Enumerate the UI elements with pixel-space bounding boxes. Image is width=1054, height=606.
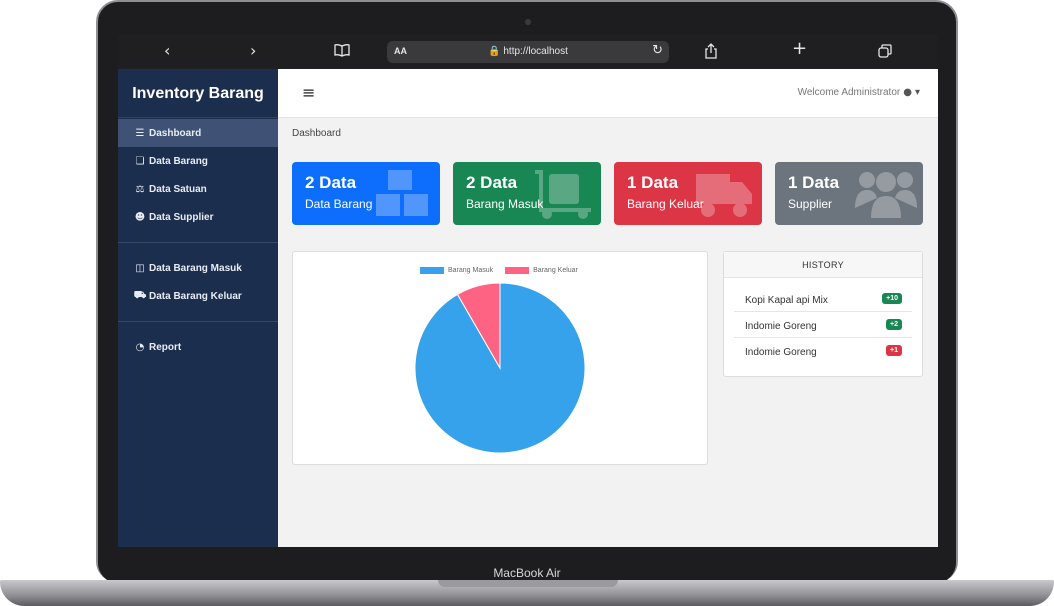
history-row: Indomie Goreng +2 [734, 312, 912, 338]
sidebar-item-barang-keluar[interactable]: ⛟ Data Barang Keluar [118, 282, 278, 310]
users-icon: ☻ [134, 211, 146, 223]
browser-toolbar: ‹ › AA 🔒 http://localhost ↻ + [118, 35, 938, 69]
book-icon[interactable] [334, 43, 350, 61]
welcome-text: Welcome Administrator [797, 87, 901, 98]
share-icon[interactable] [704, 43, 718, 63]
card-count: 2 Data [305, 173, 357, 192]
lock-icon: 🔒 [488, 46, 501, 57]
url-text: 🔒 http://localhost [387, 46, 669, 57]
address-bar[interactable]: AA 🔒 http://localhost ↻ [387, 41, 669, 63]
pie-chart [414, 282, 586, 454]
sidebar-item-label: Data Barang Masuk [149, 262, 242, 274]
history-badge: +1 [886, 345, 902, 356]
boxes-icon: ❏ [135, 155, 145, 167]
card-count: 1 Data [627, 173, 679, 192]
sidebar-item-report[interactable]: ◔ Report [118, 333, 278, 361]
new-tab-icon[interactable]: + [792, 40, 807, 58]
card-label: Barang Masuk [466, 197, 544, 211]
dolly-icon [535, 170, 591, 219]
card-supplier[interactable]: 1 Data Supplier [775, 162, 923, 225]
history-row: Indomie Goreng +1 [734, 338, 912, 364]
card-count: 2 Data [466, 173, 518, 192]
user-icon: ● [903, 87, 912, 98]
card-data-barang[interactable]: 2 Data Data Barang [292, 162, 440, 225]
history-panel: HISTORY Kopi Kapal api Mix +10 Indomie G… [723, 251, 923, 377]
chart-panel: Barang Masuk Barang Keluar [292, 251, 708, 465]
history-badge: +2 [886, 319, 902, 330]
card-count: 1 Data [788, 173, 840, 192]
sidebar-item-label: Dashboard [149, 127, 202, 139]
chevron-left-icon[interactable]: ‹ [164, 42, 170, 60]
caret-down-icon: ▾ [914, 87, 920, 98]
truck-icon: ⛟ [133, 289, 147, 301]
sidebar-item-dashboard[interactable]: ☰ Dashboard [118, 119, 278, 147]
sidebar-item-data-barang[interactable]: ❏ Data Barang [118, 147, 278, 175]
breadcrumb: Dashboard [292, 128, 341, 139]
sidebar-item-barang-masuk[interactable]: ◫ Data Barang Masuk [118, 254, 278, 282]
sidebar-item-label: Data Barang [149, 155, 208, 167]
device-label: MacBook Air [493, 566, 561, 580]
user-menu[interactable]: Welcome Administrator ● ▾ [798, 87, 920, 98]
pie-chart-icon: ◔ [135, 341, 145, 353]
history-badge: +10 [882, 293, 902, 304]
sidebar-divider [118, 242, 278, 243]
users-icon [855, 172, 917, 218]
card-barang-keluar[interactable]: 1 Data Barang Keluar [614, 162, 762, 225]
card-label: Supplier [788, 197, 833, 211]
brand-title[interactable]: Inventory Barang [118, 69, 278, 118]
sidebar-item-label: Data Barang Keluar [149, 290, 242, 302]
sidebar-item-label: Data Supplier [149, 211, 214, 223]
dolly-icon: ◫ [135, 262, 145, 274]
history-title: HISTORY [724, 252, 922, 278]
sidebar-item-data-satuan[interactable]: ⚖ Data Satuan [118, 175, 278, 203]
sidebar-item-label: Data Satuan [149, 183, 207, 195]
boxes-icon [376, 170, 428, 216]
sidebar-item-label: Report [149, 341, 182, 353]
url-value: http://localhost [503, 46, 568, 57]
sidebar-divider [118, 321, 278, 322]
card-label: Barang Keluar [627, 197, 704, 211]
history-item-name: Indomie Goreng [745, 321, 817, 332]
list-icon: ☰ [135, 127, 145, 139]
history-row: Kopi Kapal api Mix +10 [734, 286, 912, 312]
menu-toggle-icon[interactable]: ≡ [302, 83, 315, 102]
camera-icon [525, 19, 531, 25]
laptop-notch [438, 580, 618, 587]
screen: ‹ › AA 🔒 http://localhost ↻ + Inventory … [118, 35, 938, 547]
sidebar-item-data-supplier[interactable]: ☻ Data Supplier [118, 203, 278, 231]
history-item-name: Indomie Goreng [745, 347, 817, 358]
tabs-icon[interactable] [878, 44, 892, 62]
sidebar: Inventory Barang ☰ Dashboard ❏ Data Bara… [118, 69, 278, 547]
topbar: ≡ Welcome Administrator ● ▾ [278, 69, 938, 118]
card-barang-masuk[interactable]: 2 Data Barang Masuk [453, 162, 601, 225]
chevron-right-icon[interactable]: › [250, 42, 256, 60]
truck-icon [696, 174, 752, 217]
card-label: Data Barang [305, 197, 373, 211]
scale-icon: ⚖ [135, 183, 145, 195]
reload-icon[interactable]: ↻ [652, 43, 663, 58]
history-item-name: Kopi Kapal api Mix [745, 295, 828, 306]
